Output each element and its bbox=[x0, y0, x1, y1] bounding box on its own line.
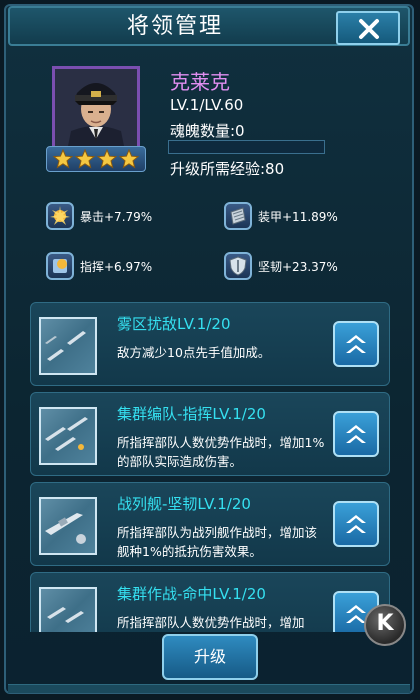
exp-required: 升级所需经验:80 bbox=[170, 160, 285, 178]
rank-stars bbox=[46, 146, 146, 172]
soul-count: 魂魄数量:0 bbox=[170, 122, 245, 140]
skill-fleet-icon bbox=[39, 407, 97, 465]
skill-upgrade-button[interactable] bbox=[333, 501, 379, 547]
toughness-icon bbox=[224, 252, 252, 280]
skill-item: 集群作战-命中LV.1/20 所指挥部队人数优势作战时，增加 bbox=[30, 572, 390, 632]
command-icon bbox=[46, 252, 74, 280]
title-bar: 将领管理 bbox=[8, 6, 410, 46]
skill-item: 雾区扰敌LV.1/20 敌方减少10点先手值加成。 bbox=[30, 302, 390, 386]
skill-ships-icon bbox=[39, 317, 97, 375]
star-icon bbox=[97, 149, 117, 169]
star-icon bbox=[75, 149, 95, 169]
officer-portrait-icon bbox=[55, 69, 137, 151]
skill-group-icon bbox=[39, 587, 97, 632]
hero-level: LV.1/LV.60 bbox=[170, 96, 244, 114]
skill-upgrade-button[interactable] bbox=[333, 321, 379, 367]
crit-icon bbox=[46, 202, 74, 230]
skill-battleship-icon bbox=[39, 497, 97, 555]
upgrade-button[interactable]: 升级 bbox=[162, 634, 258, 680]
armor-icon bbox=[224, 202, 252, 230]
double-chevron-up-icon bbox=[346, 515, 366, 533]
close-icon bbox=[359, 19, 379, 39]
bottom-strip bbox=[8, 684, 410, 693]
star-icon bbox=[53, 149, 73, 169]
skill-list[interactable]: 雾区扰敌LV.1/20 敌方减少10点先手值加成。 集群编队-指挥LV.1/20… bbox=[30, 302, 392, 632]
hero-avatar[interactable] bbox=[52, 66, 140, 154]
star-icon bbox=[119, 149, 139, 169]
hero-name: 克莱克 bbox=[170, 70, 230, 94]
skill-item: 集群编队-指挥LV.1/20 所指挥部队人数优势作战时，增加1%的部队实际造成伤… bbox=[30, 392, 390, 476]
double-chevron-up-icon bbox=[346, 425, 366, 443]
double-chevron-up-icon bbox=[346, 335, 366, 353]
k-logo[interactable]: K bbox=[364, 604, 406, 646]
close-button[interactable] bbox=[336, 11, 400, 45]
skill-item: 战列舰-坚韧LV.1/20 所指挥部队为战列舰作战时，增加该舰种1%的抵抗伤害效… bbox=[30, 482, 390, 566]
soul-progress-bar bbox=[168, 140, 325, 154]
skill-upgrade-button[interactable] bbox=[333, 411, 379, 457]
page-title: 将领管理 bbox=[126, 14, 223, 39]
